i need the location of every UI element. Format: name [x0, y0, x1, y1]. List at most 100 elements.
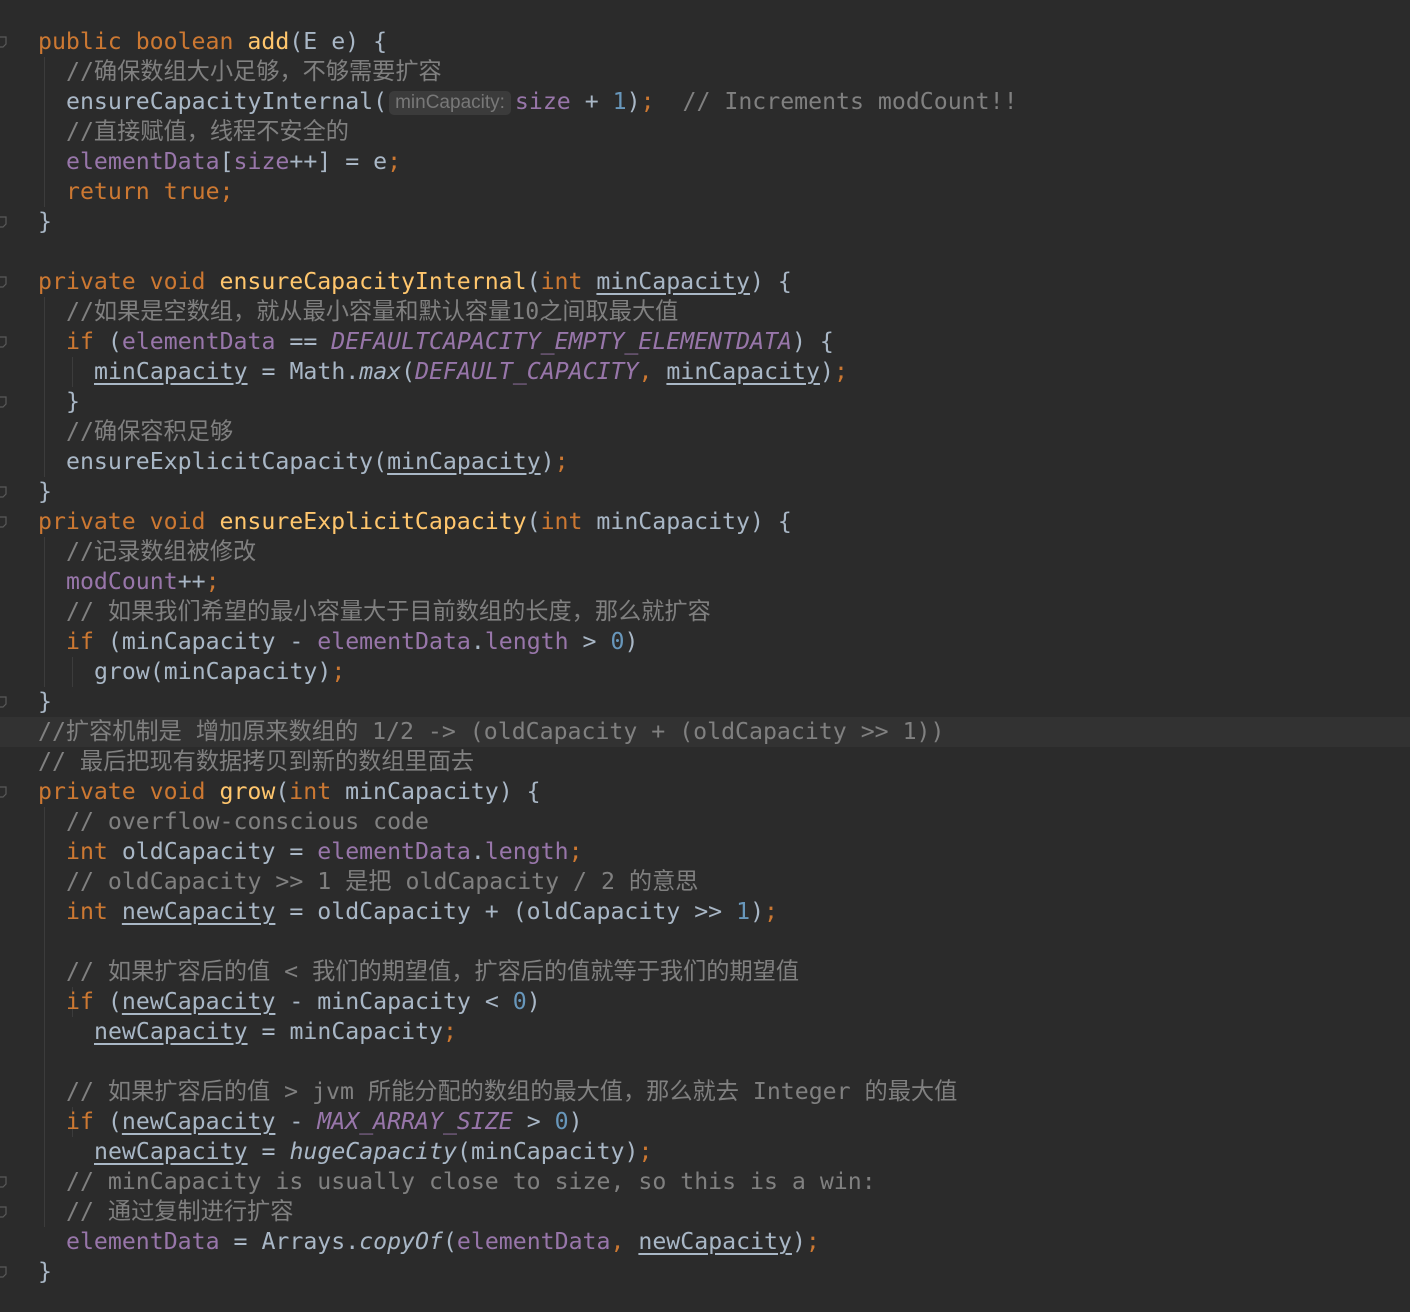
code-line[interactable]: private void grow(int minCapacity) { [0, 777, 1410, 807]
code-line[interactable]: //确保容积足够 [0, 417, 1410, 447]
code-token: size [514, 88, 571, 115]
code-line[interactable]: //直接赋值，线程不安全的 [0, 117, 1410, 147]
code-line[interactable]: grow(minCapacity); [0, 657, 1410, 687]
code-token: elementData [317, 628, 471, 655]
code-line[interactable]: modCount++; [0, 567, 1410, 597]
code-token: ; [331, 658, 346, 685]
code-line-content: } [66, 387, 80, 417]
code-token: , [610, 1228, 639, 1255]
code-token: . [470, 838, 485, 865]
code-line[interactable]: //记录数组被修改 [0, 537, 1410, 567]
code-line[interactable]: newCapacity = minCapacity; [0, 1017, 1410, 1047]
code-line[interactable]: // oldCapacity >> 1 是把 oldCapacity / 2 的… [0, 867, 1410, 897]
code-token: ++] = e [289, 148, 388, 175]
code-token: //确保数组大小足够，不够需要扩容 [66, 58, 442, 85]
code-token: int [540, 508, 597, 535]
code-token: ( [289, 28, 304, 55]
code-token: = oldCapacity + (oldCapacity >> [275, 898, 737, 925]
code-token: ( [107, 328, 122, 355]
code-line[interactable]: ensureExplicitCapacity(minCapacity); [0, 447, 1410, 477]
code-line[interactable]: // 最后把现有数据拷贝到新的数组里面去 [0, 747, 1410, 777]
code-token: max [359, 358, 402, 385]
code-line-content: ensureCapacityInternal(minCapacity: size … [66, 87, 1018, 117]
code-line[interactable]: private void ensureCapacityInternal(int … [0, 267, 1410, 297]
code-token: ( [401, 358, 416, 385]
code-token: DEFAULTCAPACITY_EMPTY_ELEMENTDATA [331, 328, 792, 355]
code-token: newCapacity [94, 1138, 248, 1165]
code-token: if [66, 628, 108, 655]
code-token: elementData [66, 1228, 220, 1255]
code-line[interactable]: //如果是空数组，就从最小容量和默认容量10之间取最大值 [0, 297, 1410, 327]
code-line[interactable]: // 如果我们希望的最小容量大于目前数组的长度，那么就扩容 [0, 597, 1410, 627]
code-line[interactable]: if (newCapacity - minCapacity < 0) [0, 987, 1410, 1017]
code-token: ) [750, 898, 765, 925]
code-token: //扩容机制是 增加原来数组的 1/2 -> (oldCapacity + (o… [38, 718, 945, 745]
code-token: if [66, 1108, 108, 1135]
code-token: newCapacity [121, 898, 276, 925]
code-line[interactable]: return true; [0, 177, 1410, 207]
code-token: ) [526, 988, 541, 1015]
code-token: // oldCapacity >> 1 是把 oldCapacity / 2 的… [66, 868, 699, 895]
code-token: hugeCapacity [289, 1138, 457, 1165]
code-line[interactable]: elementData = Arrays.copyOf(elementData,… [0, 1227, 1410, 1257]
code-line[interactable] [0, 237, 1410, 267]
code-token: ; [387, 148, 402, 175]
code-line[interactable]: if (elementData == DEFAULTCAPACITY_EMPTY… [0, 327, 1410, 357]
code-token: grow(minCapacity) [94, 658, 332, 685]
code-line[interactable]: //确保数组大小足够，不够需要扩容 [0, 57, 1410, 87]
code-line[interactable]: } [0, 687, 1410, 717]
code-editor[interactable]: public boolean add(E e) {//确保数组大小足够，不够需要… [0, 0, 1410, 1312]
code-token: add [247, 28, 290, 55]
code-line[interactable]: } [0, 387, 1410, 417]
code-token: minCapacity [666, 358, 820, 385]
code-token: minCapacity [387, 448, 541, 475]
code-line-content: } [38, 207, 52, 237]
code-token: ) [568, 1108, 583, 1135]
code-line[interactable]: // minCapacity is usually close to size,… [0, 1167, 1410, 1197]
code-token: newCapacity [638, 1228, 792, 1255]
code-token: 0 [512, 988, 527, 1015]
code-line-content: elementData = Arrays.copyOf(elementData,… [66, 1227, 820, 1257]
code-token: public boolean [38, 28, 248, 55]
code-line[interactable]: minCapacity = Math.max(DEFAULT_CAPACITY,… [0, 357, 1410, 387]
code-line[interactable]: // overflow-conscious code [0, 807, 1410, 837]
code-line[interactable]: int newCapacity = oldCapacity + (oldCapa… [0, 897, 1410, 927]
code-line[interactable]: } [0, 1257, 1410, 1287]
code-token: ( [526, 268, 541, 295]
code-token: ; [443, 1018, 457, 1045]
code-token: E [303, 28, 318, 55]
code-line-content: private void ensureExplicitCapacity(int … [38, 507, 792, 537]
code-token: private void [38, 778, 220, 805]
code-token: ensureExplicitCapacity [219, 508, 527, 535]
code-line[interactable] [0, 1047, 1410, 1077]
code-token: private void [38, 508, 220, 535]
code-line-content: minCapacity = Math.max(DEFAULT_CAPACITY,… [94, 357, 848, 387]
code-line[interactable]: elementData[size++] = e; [0, 147, 1410, 177]
code-token: } [38, 478, 52, 505]
code-token: ) { [791, 328, 834, 355]
code-token: elementData [317, 838, 471, 865]
code-line[interactable]: } [0, 477, 1410, 507]
code-token: int [66, 898, 122, 925]
code-token: // 如果扩容后的值 > jvm 所能分配的数组的最大值，那么就去 Intege… [66, 1078, 958, 1105]
code-line[interactable]: newCapacity = hugeCapacity(minCapacity); [0, 1137, 1410, 1167]
code-line[interactable]: // 如果扩容后的值 > jvm 所能分配的数组的最大值，那么就去 Intege… [0, 1077, 1410, 1107]
code-line[interactable] [0, 927, 1410, 957]
code-line[interactable]: if (minCapacity - elementData.length > 0… [0, 627, 1410, 657]
code-line[interactable]: public boolean add(E e) { [0, 27, 1410, 57]
code-line[interactable]: //扩容机制是 增加原来数组的 1/2 -> (oldCapacity + (o… [0, 717, 1410, 747]
code-line[interactable]: // 通过复制进行扩容 [0, 1197, 1410, 1227]
code-line[interactable]: ensureCapacityInternal(minCapacity: size … [0, 87, 1410, 117]
code-token: = Arrays. [219, 1228, 360, 1255]
code-line[interactable]: // 如果扩容后的值 < 我们的期望值，扩容后的值就等于我们的期望值 [0, 957, 1410, 987]
code-token: ) [540, 448, 555, 475]
code-line[interactable]: if (newCapacity - MAX_ARRAY_SIZE > 0) [0, 1107, 1410, 1137]
code-line-content: } [38, 477, 52, 507]
code-token: } [66, 388, 80, 415]
code-line[interactable]: private void ensureExplicitCapacity(int … [0, 507, 1410, 537]
code-line-content: modCount++; [66, 567, 220, 597]
code-line[interactable]: int oldCapacity = elementData.length; [0, 837, 1410, 867]
code-token: + [570, 88, 613, 115]
code-line[interactable]: } [0, 207, 1410, 237]
code-token: int [66, 838, 122, 865]
